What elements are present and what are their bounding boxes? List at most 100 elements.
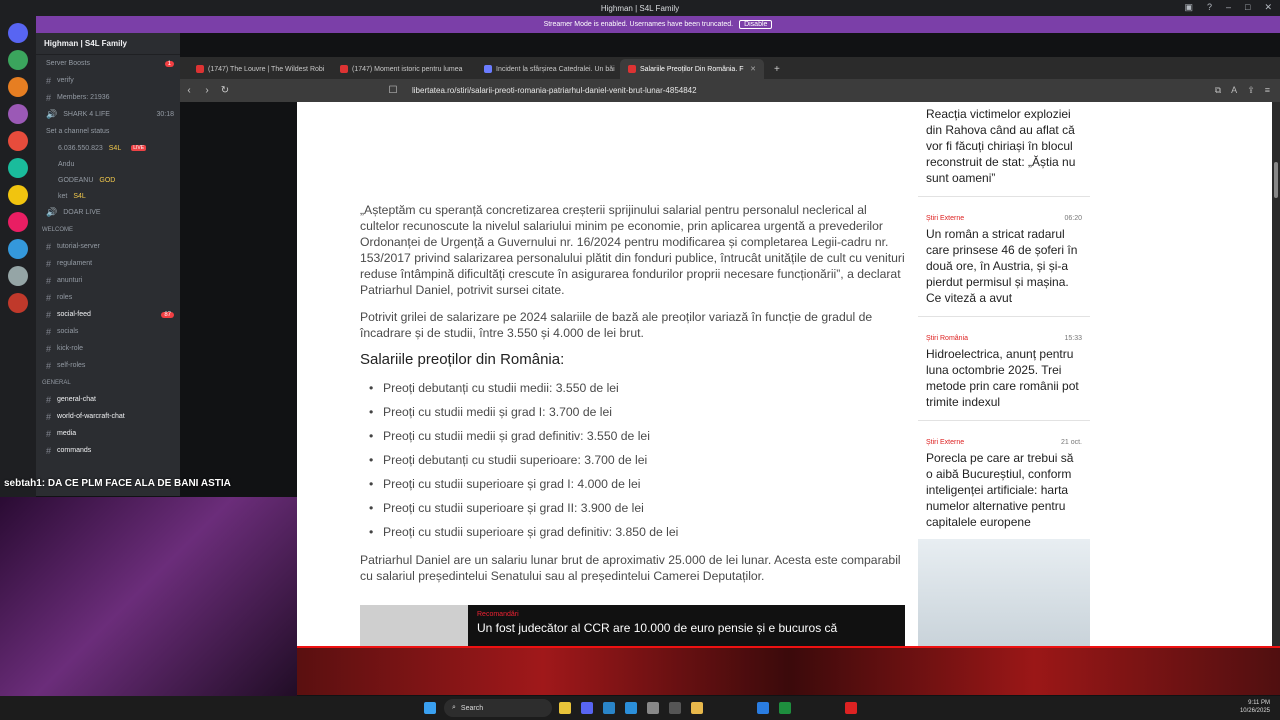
channel-item[interactable]: Server Boosts 1 [36,55,180,72]
news-title[interactable]: Reacția victimelor exploziei din Rahova … [926,102,1082,196]
channel-item[interactable]: # roles [36,289,180,306]
server-icon[interactable] [8,77,28,97]
browser-tab[interactable]: Incident la sfârșirea Catedralei. Un băi [476,59,620,79]
xbox-icon[interactable] [779,702,791,714]
server-icon[interactable] [8,239,28,259]
tab-label: (1747) Moment istoric pentru lumea [352,65,463,73]
channel-item[interactable]: # commands [36,442,180,459]
recommended-title[interactable]: Un fost judecător al CCR are 10.000 de e… [477,621,837,635]
reload-icon[interactable]: ↻ [216,85,234,96]
system-clock[interactable]: 9:11 PM 10/26/2025 [1240,699,1270,715]
news-category[interactable]: Știri Externe [926,215,964,222]
page-scrollbar[interactable] [1272,102,1280,646]
voice-user[interactable]: ket S4L [36,188,180,204]
disable-button[interactable]: Disable [739,20,773,29]
news-card[interactable]: Reacția victimelor exploziei din Rahova … [918,102,1090,197]
address-bar[interactable]: libertatea.ro/stiri/salarii-preoti-roman… [412,86,697,95]
hash-icon: # [46,428,52,439]
recommended-card[interactable]: Recomandări Un fost judecător al CCR are… [360,605,905,646]
channel-item[interactable]: # tutorial-server [36,238,180,255]
server-icon[interactable] [8,131,28,151]
server-icon[interactable] [8,158,28,178]
share-icon[interactable]: ⇪ [1247,85,1255,96]
channel-item[interactable]: # regulament [36,255,180,272]
close-icon[interactable]: ✕ [1264,2,1272,13]
news-title[interactable]: Un român a stricat radarul care prinsese… [926,222,1082,316]
channel-category[interactable]: GENERAL [36,374,180,391]
channel-label: world-of-warcraft-chat [57,413,125,420]
channel-label: Set a channel status [46,128,110,135]
steam-icon[interactable] [603,702,615,714]
sidebar-image[interactable] [918,539,1090,646]
help-icon[interactable]: ? [1207,2,1212,13]
extension-icon[interactable]: ⧉ [1215,85,1221,96]
start-icon[interactable] [424,702,436,714]
browser-tab[interactable]: Salariile Preoților Din România. F ✕ [620,59,764,79]
channel-item[interactable]: # verify [36,72,180,89]
channel-item[interactable]: # anunturi [36,272,180,289]
maximize-icon[interactable]: □ [1245,2,1250,13]
server-header[interactable]: Highman | S4L Family [36,33,180,55]
channel-list: Highman | S4L Family Server Boosts 1 # veri… [36,33,180,496]
window-controls: ▣ ? – □ ✕ [1184,2,1272,13]
webcam-overlay [0,497,297,720]
hash-icon: # [46,241,52,252]
channel-item[interactable]: # media [36,425,180,442]
channel-category[interactable]: WELCOME [36,221,180,238]
news-card[interactable]: Știri Externe 21 oct. Porecla pe care ar t… [918,430,1090,541]
news-category[interactable]: Știri Externe [926,439,964,446]
vscode-icon[interactable] [625,702,637,714]
channel-item[interactable]: # general-chat [36,391,180,408]
scrollbar-thumb[interactable] [1274,162,1278,198]
voice-user[interactable]: 6.036.550.823 S4L LIVE [36,140,180,156]
back-icon[interactable]: ‹ [180,85,198,96]
discord-icon[interactable] [581,702,593,714]
channel-item[interactable]: # world-of-warcraft-chat [36,408,180,425]
news-title[interactable]: Porecla pe care ar trebui să o aibă Bucu… [926,446,1082,540]
app-icon[interactable] [669,702,681,714]
channel-item[interactable]: 🔊 DOAR LIVE [36,204,180,221]
inbox-icon[interactable]: ▣ [1184,2,1193,13]
server-icon[interactable] [8,266,28,286]
app-icon[interactable] [647,702,659,714]
channel-label: commands [57,447,92,454]
hash-icon: # [46,411,52,422]
taskbar-search[interactable]: ⌕ Search [444,699,552,717]
minimize-icon[interactable]: – [1226,2,1231,13]
app-icon[interactable] [757,702,769,714]
channel-item[interactable]: # socials [36,323,180,340]
voice-user[interactable]: GODEANU GOD [36,172,180,188]
bookmark-icon[interactable]: ☐ [384,85,402,96]
news-card[interactable]: Știri Externe 06:20 Un român a stricat rad… [918,206,1090,317]
server-icon[interactable] [8,212,28,232]
news-meta: Știri Externe 21 oct. [926,430,1082,446]
server-icon[interactable] [8,50,28,70]
server-icon[interactable] [8,104,28,124]
server-icon[interactable] [8,185,28,205]
chrome-icon[interactable] [559,702,571,714]
new-tab-button[interactable]: + [764,59,790,79]
news-card[interactable]: Știri România 15:33 Hidroelectrica, anunț … [918,326,1090,421]
server-icon[interactable] [8,23,28,43]
channel-item[interactable]: # social-feed 87 [36,306,180,323]
channel-item[interactable]: # self-roles [36,357,180,374]
channel-label: socials [57,328,79,335]
channel-item[interactable]: 🔊 SHARK 4 LIFE 30:18 [36,106,180,123]
translate-icon[interactable]: A [1231,85,1237,96]
news-category[interactable]: Știri România [926,335,968,342]
news-meta: Știri România 15:33 [926,326,1082,342]
menu-icon[interactable]: ≡ [1265,85,1270,96]
close-tab-icon[interactable]: ✕ [750,65,756,73]
browser-tab[interactable]: (1747) Moment istoric pentru lumea [332,59,476,79]
channel-item[interactable]: # Members: 21936 [36,89,180,106]
voice-user[interactable]: Andu [36,156,180,172]
channel-item[interactable]: # kick-role [36,340,180,357]
forward-icon[interactable]: › [198,85,216,96]
channel-item[interactable]: Set a channel status [36,123,180,140]
hash-icon: # [46,292,52,303]
browser-tab[interactable]: (1747) The Louvre | The Wildest Robi [188,59,332,79]
server-icon[interactable] [8,293,28,313]
app-icon[interactable] [845,702,857,714]
explorer-icon[interactable] [691,702,703,714]
news-title[interactable]: Hidroelectrica, anunț pentru luna octomb… [926,342,1082,420]
